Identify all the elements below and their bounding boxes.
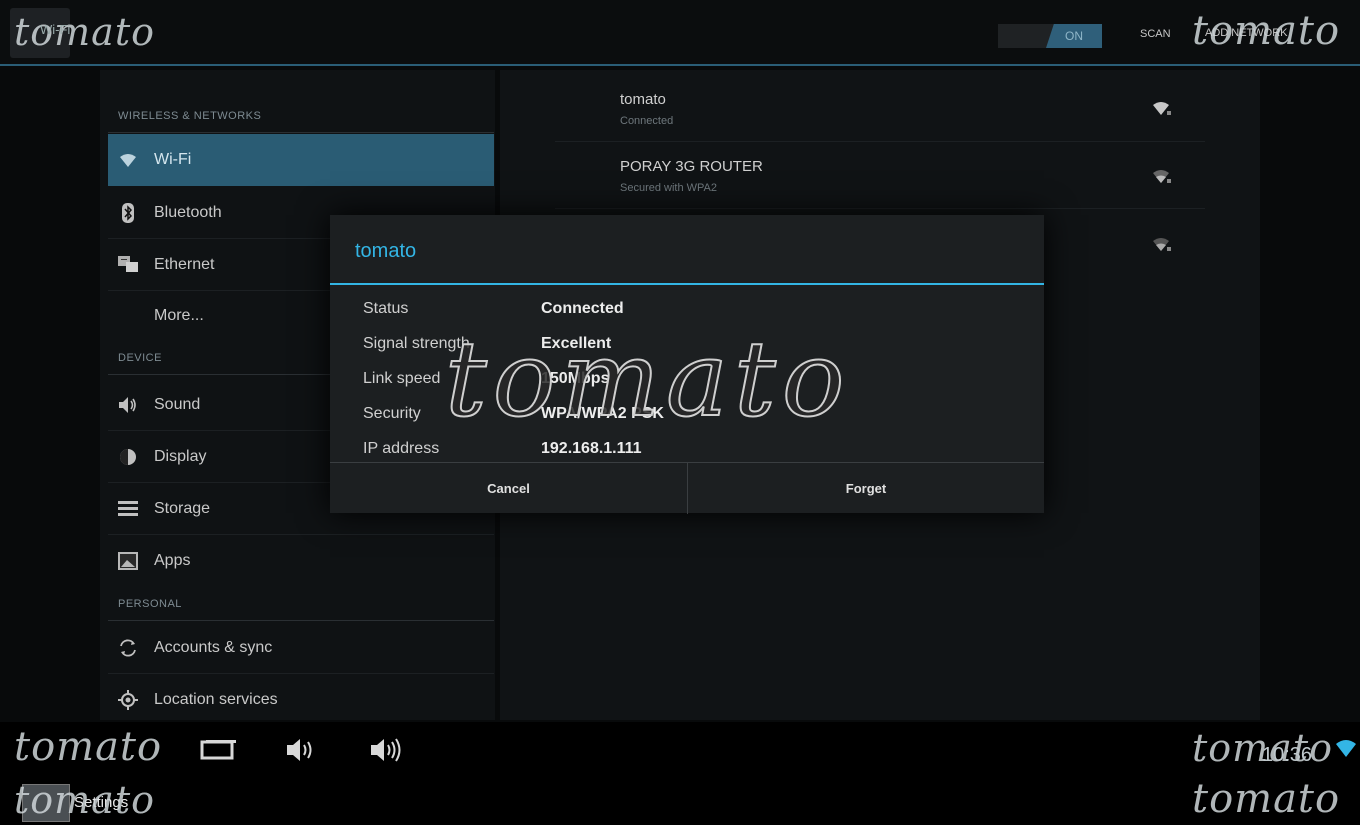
recent-apps-icon[interactable] [200, 738, 236, 769]
volume-up-icon[interactable] [370, 737, 406, 770]
watermark-center: tomato [444, 317, 851, 441]
sidebar-item-sound[interactable]: Sound [118, 395, 200, 415]
category-device: DEVICE [118, 352, 162, 364]
status-value: Connected [541, 300, 624, 317]
category-personal: PERSONAL [118, 598, 182, 610]
action-bar-title: Wi-Fi [40, 22, 71, 37]
divider [108, 534, 494, 535]
wifi-signal-weak-icon [1152, 236, 1172, 257]
divider [555, 141, 1205, 142]
sidebar-item-label: Bluetooth [154, 204, 222, 221]
dialog-title: tomato [355, 240, 417, 262]
security-label: Security [363, 405, 421, 422]
speaker-icon [118, 395, 138, 415]
sidebar-item-label: Sound [154, 396, 201, 413]
watermark-bottom-left: tomato [14, 724, 163, 770]
dialog-button-bar: Cancel Forget [330, 462, 1044, 514]
location-icon [118, 690, 138, 710]
sidebar-item-more[interactable]: More... [154, 307, 204, 325]
network-status: Secured with WPA2 [620, 182, 718, 194]
watermark-bottom-left-2: tomato [14, 778, 155, 822]
network-status: Connected [620, 115, 674, 127]
sidebar-item-label: Apps [154, 552, 191, 569]
apps-icon [118, 551, 138, 571]
dialog-title-divider [330, 283, 1044, 285]
ethernet-icon [118, 255, 138, 275]
status-label: Status [363, 300, 409, 317]
sidebar-item-location-services[interactable]: Location services [118, 690, 278, 710]
sidebar-item-bluetooth[interactable]: Bluetooth [118, 203, 222, 223]
sidebar-item-label: Display [154, 448, 207, 465]
divider [555, 208, 1205, 209]
wifi-icon [118, 150, 138, 170]
network-name: PORAY 3G ROUTER [620, 158, 763, 175]
cancel-button[interactable]: Cancel [330, 463, 687, 514]
status-clock[interactable]: 10:36 [1262, 744, 1312, 767]
wifi-toggle-on[interactable]: ON [1046, 24, 1102, 48]
sidebar-item-label: Wi-Fi [154, 151, 192, 168]
sidebar-item-accounts-sync[interactable]: Accounts & sync [118, 638, 272, 658]
sidebar-item-wifi-content: Wi-Fi [118, 150, 191, 170]
sidebar-item-ethernet[interactable]: Ethernet [118, 255, 214, 275]
ip-address-value: 192.168.1.111 [541, 440, 642, 457]
sidebar-item-label: Location services [154, 691, 278, 708]
sidebar-item-display[interactable]: Display [118, 447, 206, 467]
scan-button[interactable]: SCAN [1140, 28, 1171, 40]
ip-address-label: IP address [363, 440, 440, 457]
wifi-signal-full-icon [1152, 100, 1172, 121]
category-wireless-networks: WIRELESS & NETWORKS [118, 110, 262, 122]
sidebar-item-apps[interactable]: Apps [118, 551, 190, 571]
display-icon [118, 447, 138, 467]
sidebar-item-label: More... [154, 307, 204, 324]
sidebar-item-label: Ethernet [154, 256, 215, 273]
link-speed-label: Link speed [363, 370, 441, 387]
storage-icon [118, 499, 138, 519]
volume-down-icon[interactable] [286, 737, 318, 770]
forget-button[interactable]: Forget [688, 463, 1044, 514]
network-name: tomato [620, 91, 666, 108]
divider [108, 132, 494, 133]
sync-icon [118, 638, 138, 658]
sidebar-item-storage[interactable]: Storage [118, 499, 210, 519]
wifi-status-icon [1335, 738, 1357, 763]
sidebar-item-label: Storage [154, 500, 211, 517]
divider [108, 673, 494, 674]
watermark-bottom-right-2: tomato [1192, 776, 1341, 822]
wifi-signal-secured-icon [1152, 168, 1172, 189]
bluetooth-icon [118, 203, 138, 223]
divider [108, 620, 494, 621]
network-item-tomato[interactable] [555, 78, 1205, 140]
watermark-top-left: tomato [14, 10, 155, 54]
watermark-top-right: tomato [1192, 8, 1341, 54]
sidebar-item-label: Accounts & sync [154, 639, 273, 656]
